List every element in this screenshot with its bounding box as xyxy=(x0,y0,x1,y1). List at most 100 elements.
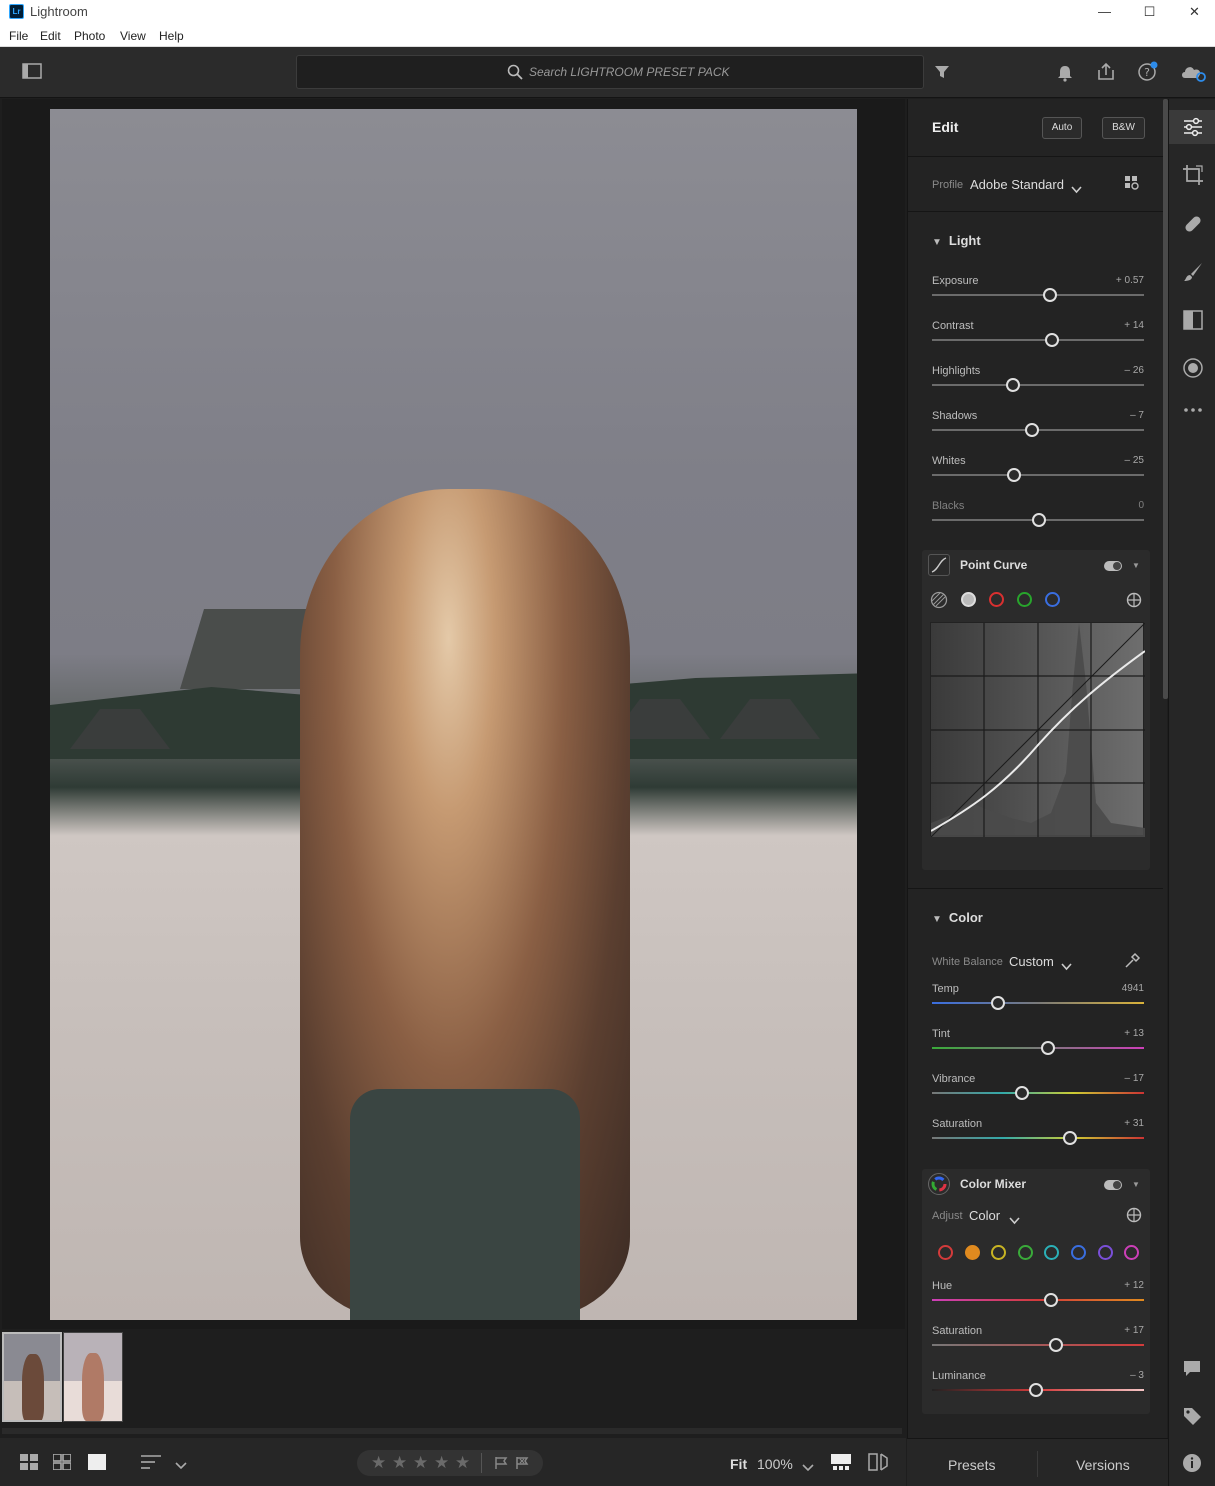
slider-value[interactable]: 0 xyxy=(1138,500,1144,511)
color-swatch-3[interactable] xyxy=(1017,1245,1033,1260)
zoom-fit-button[interactable]: Fit xyxy=(730,1456,747,1472)
compare-view-icon[interactable] xyxy=(868,1453,888,1476)
slider-value[interactable]: + 0.57 xyxy=(1116,275,1144,286)
white-balance-dropdown[interactable]: Custom xyxy=(1009,954,1054,969)
search-bar[interactable] xyxy=(296,55,924,89)
slider-track[interactable] xyxy=(932,1002,1144,1004)
adjust-dropdown[interactable]: Color xyxy=(969,1208,1000,1223)
zoom-chevron-down-icon[interactable] xyxy=(802,1459,814,1477)
star-icon[interactable]: ★ xyxy=(434,1453,449,1473)
slider-thumb[interactable] xyxy=(1005,378,1020,392)
menu-file[interactable]: File xyxy=(9,29,28,43)
detail-view-icon[interactable] xyxy=(88,1454,106,1475)
panel-toggle-icon[interactable] xyxy=(22,63,44,85)
point-curve-menu-chevron-icon[interactable]: ▼ xyxy=(1132,561,1140,570)
slider-track[interactable] xyxy=(932,339,1144,341)
menu-edit[interactable]: Edit xyxy=(40,29,61,43)
share-icon[interactable] xyxy=(1096,62,1118,84)
slider-saturation[interactable]: Saturation + 31 xyxy=(932,1118,1144,1158)
close-button[interactable]: ✕ xyxy=(1172,0,1215,25)
filmstrip-thumb-1[interactable] xyxy=(2,1332,62,1422)
color-swatch-7[interactable] xyxy=(1124,1245,1140,1260)
maximize-button[interactable]: ☐ xyxy=(1127,0,1172,25)
slider-track[interactable] xyxy=(932,1092,1144,1094)
slider-thumb[interactable] xyxy=(1043,288,1058,302)
notifications-bell-icon[interactable] xyxy=(1056,64,1078,86)
slider-track[interactable] xyxy=(932,294,1144,296)
slider-exposure[interactable]: Exposure + 0.57 xyxy=(932,275,1144,315)
menu-view[interactable]: View xyxy=(120,29,146,43)
filter-icon[interactable] xyxy=(934,64,956,86)
sort-icon[interactable] xyxy=(141,1454,161,1475)
parametric-curve-icon[interactable] xyxy=(930,591,948,614)
star-icon[interactable]: ★ xyxy=(455,1453,470,1473)
linear-gradient-icon[interactable] xyxy=(1182,309,1204,331)
star-rating[interactable]: ★ ★ ★ ★ ★ xyxy=(357,1450,543,1476)
color-swatch-1[interactable] xyxy=(964,1245,980,1260)
slider-value[interactable]: + 31 xyxy=(1124,1118,1144,1129)
color-section-header[interactable]: ▼ Color xyxy=(932,910,983,925)
slider-thumb[interactable] xyxy=(1040,1041,1055,1055)
slider-thumb[interactable] xyxy=(1025,423,1040,437)
star-icon[interactable]: ★ xyxy=(392,1453,407,1473)
slider-thumb[interactable] xyxy=(1015,1086,1030,1100)
minimize-button[interactable]: — xyxy=(1082,0,1127,25)
slider-thumb[interactable] xyxy=(1063,1131,1077,1145)
bw-button[interactable]: B&W xyxy=(1102,117,1145,139)
slider-value[interactable]: – 17 xyxy=(1125,1073,1144,1084)
auto-button[interactable]: Auto xyxy=(1042,117,1082,139)
slider-value[interactable]: – 25 xyxy=(1125,455,1144,466)
slider-whites[interactable]: Whites – 25 xyxy=(932,455,1144,495)
slider-value[interactable]: + 14 xyxy=(1124,320,1144,331)
versions-tab[interactable]: Versions xyxy=(1076,1457,1130,1473)
slider-track[interactable] xyxy=(932,384,1144,386)
square-grid-icon[interactable] xyxy=(20,1454,38,1475)
slider-contrast[interactable]: Contrast + 14 xyxy=(932,320,1144,360)
radial-gradient-icon[interactable] xyxy=(1182,357,1204,379)
presets-tab[interactable]: Presets xyxy=(948,1457,995,1473)
white-balance-chevron-down-icon[interactable] xyxy=(1061,958,1072,976)
slider-vibrance[interactable]: Vibrance – 17 xyxy=(932,1073,1144,1113)
slider-thumb[interactable] xyxy=(1032,513,1047,527)
zoom-percent[interactable]: 100% xyxy=(757,1456,793,1472)
slider-value[interactable]: – 7 xyxy=(1130,410,1144,421)
slider-value[interactable]: + 17 xyxy=(1124,1325,1144,1336)
help-icon[interactable]: ? xyxy=(1137,61,1159,83)
slider-track[interactable] xyxy=(932,1047,1144,1049)
slider-thumb[interactable] xyxy=(1007,468,1022,482)
slider-value[interactable]: + 13 xyxy=(1124,1028,1144,1039)
slider-thumb[interactable] xyxy=(1049,1338,1064,1352)
brush-icon[interactable] xyxy=(1182,261,1204,283)
color-mixer-menu-chevron-icon[interactable]: ▼ xyxy=(1132,1180,1140,1189)
menu-photo[interactable]: Photo xyxy=(74,29,105,43)
menu-help[interactable]: Help xyxy=(159,29,184,43)
filmstrip-thumb-2[interactable] xyxy=(63,1332,123,1422)
healing-bandage-icon[interactable] xyxy=(1182,213,1204,235)
star-icon[interactable]: ★ xyxy=(371,1453,386,1473)
slider-track[interactable] xyxy=(932,1344,1144,1346)
light-section-header[interactable]: ▼ Light xyxy=(932,233,981,248)
curve-channel-green[interactable] xyxy=(1017,592,1032,607)
slider-thumb[interactable] xyxy=(1043,1293,1058,1307)
slider-value[interactable]: – 3 xyxy=(1130,1370,1144,1381)
star-icon[interactable]: ★ xyxy=(413,1453,428,1473)
pick-flag-icon[interactable] xyxy=(494,1456,508,1475)
eyedropper-icon[interactable] xyxy=(1124,952,1141,974)
point-curve-graph[interactable] xyxy=(930,622,1146,838)
info-icon[interactable] xyxy=(1182,1453,1204,1475)
photo-canvas[interactable] xyxy=(2,99,905,1329)
reject-flag-icon[interactable] xyxy=(515,1456,529,1475)
slider-temp[interactable]: Temp 4941 xyxy=(932,983,1144,1023)
color-swatch-0[interactable] xyxy=(938,1245,953,1260)
color-swatch-5[interactable] xyxy=(1071,1245,1086,1260)
color-swatch-4[interactable] xyxy=(1044,1245,1060,1260)
edit-sliders-icon[interactable] xyxy=(1169,110,1215,144)
filmstrip-scrollbar[interactable] xyxy=(2,1428,902,1434)
slider-hue[interactable]: Hue + 12 xyxy=(932,1280,1144,1320)
slider-value[interactable]: – 26 xyxy=(1125,365,1144,376)
slider-value[interactable]: + 12 xyxy=(1124,1280,1144,1291)
color-mixer-toggle[interactable] xyxy=(1104,1180,1122,1190)
adjust-chevron-down-icon[interactable] xyxy=(1009,1212,1020,1230)
slider-thumb[interactable] xyxy=(990,996,1005,1010)
slider-tint[interactable]: Tint + 13 xyxy=(932,1028,1144,1068)
